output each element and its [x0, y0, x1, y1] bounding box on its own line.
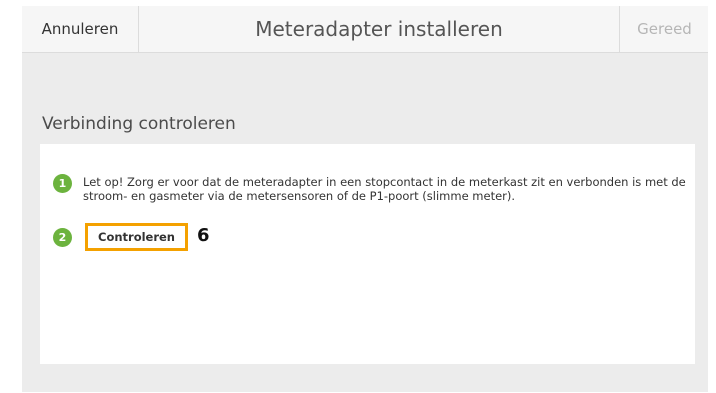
cancel-button[interactable]: Annuleren — [22, 6, 139, 52]
done-button[interactable]: Gereed — [619, 6, 709, 52]
top-bar: Annuleren Meteradapter installeren Geree… — [22, 6, 708, 53]
dialog-panel: Annuleren Meteradapter installeren Geree… — [22, 6, 708, 392]
instructions-card: 1 Let op! Zorg er voor dat de meteradapt… — [40, 144, 695, 364]
step-2-badge: 2 — [53, 228, 72, 247]
step-1-badge: 1 — [53, 174, 72, 193]
section-title: Verbinding controleren — [42, 114, 236, 134]
annotation-marker: 6 — [197, 225, 210, 246]
check-connection-button[interactable]: Controleren — [85, 223, 188, 251]
page-title: Meteradapter installeren — [255, 17, 503, 41]
step-1-notice: Let op! Zorg er voor dat de meteradapter… — [83, 175, 686, 203]
